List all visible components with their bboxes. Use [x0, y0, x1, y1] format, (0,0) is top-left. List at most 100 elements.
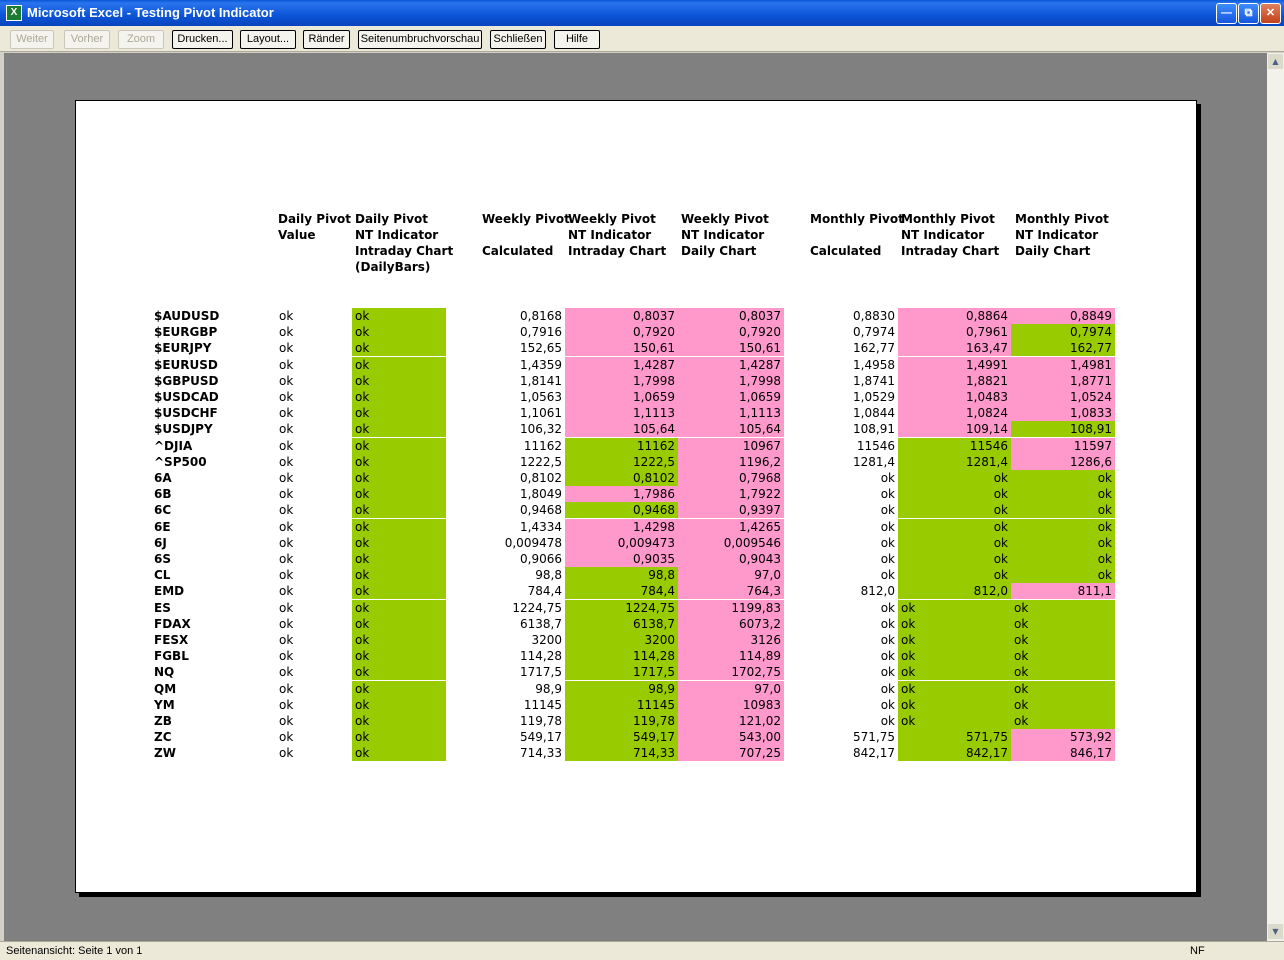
cell-m-calc: ok — [880, 616, 895, 631]
cell-w-intra: 98,8 — [565, 567, 678, 584]
cell-w-daily: 1,7998 — [678, 372, 784, 389]
cell-w-intra: 1222,5 — [565, 453, 678, 470]
cell-m-intra: ok — [898, 502, 1011, 519]
cell-w-calc: 0,8102 — [520, 471, 562, 485]
scroll-up-arrow-icon[interactable]: ▲ — [1268, 54, 1283, 69]
cell-w-daily: 1,1113 — [678, 405, 784, 422]
cell-w-daily: 105,64 — [678, 421, 784, 438]
cell-w-calc: 0,7916 — [520, 325, 562, 340]
vertical-scrollbar[interactable]: ▲ ▼ — [1267, 53, 1284, 941]
cell-w-daily: 10983 — [678, 696, 784, 713]
cell-daily-nt: ok — [352, 567, 446, 584]
cell-w-intra: 0,009473 — [565, 534, 678, 551]
table-row: $USDCHF ok ok 1,1061 1,1113 1,1113 1,0844 1,082… — [76, 405, 1196, 422]
cell-daily-nt: ok — [352, 551, 446, 567]
cell-w-calc: 1,8141 — [520, 373, 562, 388]
cell-w-calc: 0,8168 — [520, 309, 562, 323]
cell-w-daily: 150,61 — [678, 340, 784, 357]
cell-w-calc: 98,8 — [535, 568, 562, 583]
cell-m-intra: ok — [898, 615, 1011, 632]
cell-w-intra: 784,4 — [565, 583, 678, 600]
cell-w-calc: 1,4334 — [520, 519, 562, 534]
cell-w-calc: 114,28 — [520, 649, 562, 664]
page-break-preview-button[interactable]: Seitenumbruchvorschau — [358, 30, 482, 49]
symbol-cell: ZC — [154, 730, 172, 745]
cell-daily: ok — [279, 584, 294, 599]
cell-m-intra: 163,47 — [898, 340, 1011, 357]
cell-m-daily: ok — [1011, 632, 1115, 648]
cell-m-intra: ok — [898, 599, 1011, 616]
cell-m-intra: 842,17 — [898, 745, 1011, 762]
cell-m-calc: ok — [880, 487, 895, 502]
previous-button[interactable]: Vorher — [64, 30, 110, 49]
cell-daily: ok — [279, 390, 294, 404]
cell-w-calc: 119,78 — [520, 714, 562, 728]
header-weekly-nt-intraday: Weekly Pivot NT Indicator Intraday Chart — [568, 212, 667, 258]
help-button[interactable]: Hilfe — [554, 30, 600, 49]
cell-w-intra: 1,7998 — [565, 372, 678, 389]
cell-w-daily: 764,3 — [678, 583, 784, 600]
cell-w-intra: 11162 — [565, 437, 678, 454]
cell-m-calc: ok — [880, 535, 895, 550]
cell-daily: ok — [279, 406, 294, 421]
table-row: YM ok ok 11145 11145 10983 ok ok ok — [76, 696, 1196, 713]
header-weekly-calculated: Weekly Pivot Calculated — [482, 212, 570, 258]
scroll-down-arrow-icon[interactable]: ▼ — [1268, 924, 1283, 939]
symbol-cell: QM — [154, 681, 177, 696]
cell-w-intra: 3200 — [565, 632, 678, 648]
table-row: 6E ok ok 1,4334 1,4298 1,4265 ok ok ok — [76, 518, 1196, 535]
close-preview-button[interactable]: Schließen — [490, 30, 546, 49]
header-monthly-nt-daily: Monthly Pivot NT Indicator Daily Chart — [1015, 212, 1109, 258]
cell-w-intra: 1,1113 — [565, 405, 678, 422]
cell-m-calc: 812,0 — [860, 584, 895, 599]
page-setup-button[interactable]: Layout... — [240, 30, 296, 49]
cell-daily: ok — [279, 552, 294, 566]
cell-m-calc: 1,0844 — [853, 406, 895, 421]
cell-m-calc: 1,0529 — [853, 390, 895, 404]
cell-w-intra: 1,7986 — [565, 486, 678, 503]
cell-daily: ok — [279, 373, 294, 388]
cell-m-calc: ok — [880, 649, 895, 664]
table-row: ES ok ok 1224,75 1224,75 1199,83 ok ok ok — [76, 599, 1196, 616]
table-row: CL ok ok 98,8 98,8 97,0 ok ok ok — [76, 567, 1196, 584]
cell-m-intra: ok — [898, 696, 1011, 713]
minimize-button[interactable]: — — [1216, 3, 1237, 24]
cell-m-intra: 0,8864 — [898, 308, 1011, 324]
cell-w-calc: 6138,7 — [520, 616, 562, 631]
cell-daily: ok — [279, 535, 294, 550]
print-button[interactable]: Drucken... — [172, 30, 233, 49]
cell-m-calc: 11546 — [856, 438, 895, 453]
margins-button[interactable]: Ränder — [303, 30, 350, 49]
cell-daily-nt: ok — [352, 713, 446, 729]
table-row: ^DJIA ok ok 11162 11162 10967 11546 11546 11597 — [76, 437, 1196, 454]
close-window-button[interactable]: ✕ — [1260, 3, 1281, 24]
table-row: 6C ok ok 0,9468 0,9468 0,9397 ok ok ok — [76, 502, 1196, 519]
table-row: $EURGBP ok ok 0,7916 0,7920 0,7920 0,7974 0,796… — [76, 324, 1196, 341]
cell-m-calc: ok — [880, 633, 895, 647]
table-row: ZW ok ok 714,33 714,33 707,25 842,17 842,17 846,… — [76, 745, 1196, 762]
excel-app-icon[interactable]: X — [6, 5, 22, 21]
symbol-cell: 6E — [154, 519, 171, 534]
next-button[interactable]: Weiter — [10, 30, 54, 49]
cell-m-calc: ok — [880, 697, 895, 712]
cell-w-daily: 1199,83 — [678, 599, 784, 616]
cell-w-calc: 784,4 — [527, 584, 562, 599]
table-row: 6A ok ok 0,8102 0,8102 0,7968 ok ok ok — [76, 470, 1196, 486]
cell-daily-nt: ok — [352, 437, 446, 454]
cell-m-calc: ok — [880, 600, 895, 615]
cell-m-daily: ok — [1011, 486, 1115, 503]
cell-m-daily: 1,4981 — [1011, 356, 1115, 373]
cell-w-calc: 11162 — [523, 438, 562, 453]
cell-w-daily: 1196,2 — [678, 453, 784, 470]
cell-m-intra: ok — [898, 632, 1011, 648]
zoom-button[interactable]: Zoom — [118, 30, 164, 49]
cell-w-daily: 3126 — [678, 632, 784, 648]
cell-m-intra: ok — [898, 486, 1011, 503]
cell-m-intra: 11546 — [898, 437, 1011, 454]
cell-daily-nt: ok — [352, 502, 446, 519]
cell-m-daily: ok — [1011, 648, 1115, 665]
cell-w-daily: 1702,75 — [678, 664, 784, 681]
cell-w-daily: 1,4287 — [678, 356, 784, 373]
restore-button[interactable]: ⧉ — [1238, 3, 1259, 24]
cell-m-daily: 11597 — [1011, 437, 1115, 454]
